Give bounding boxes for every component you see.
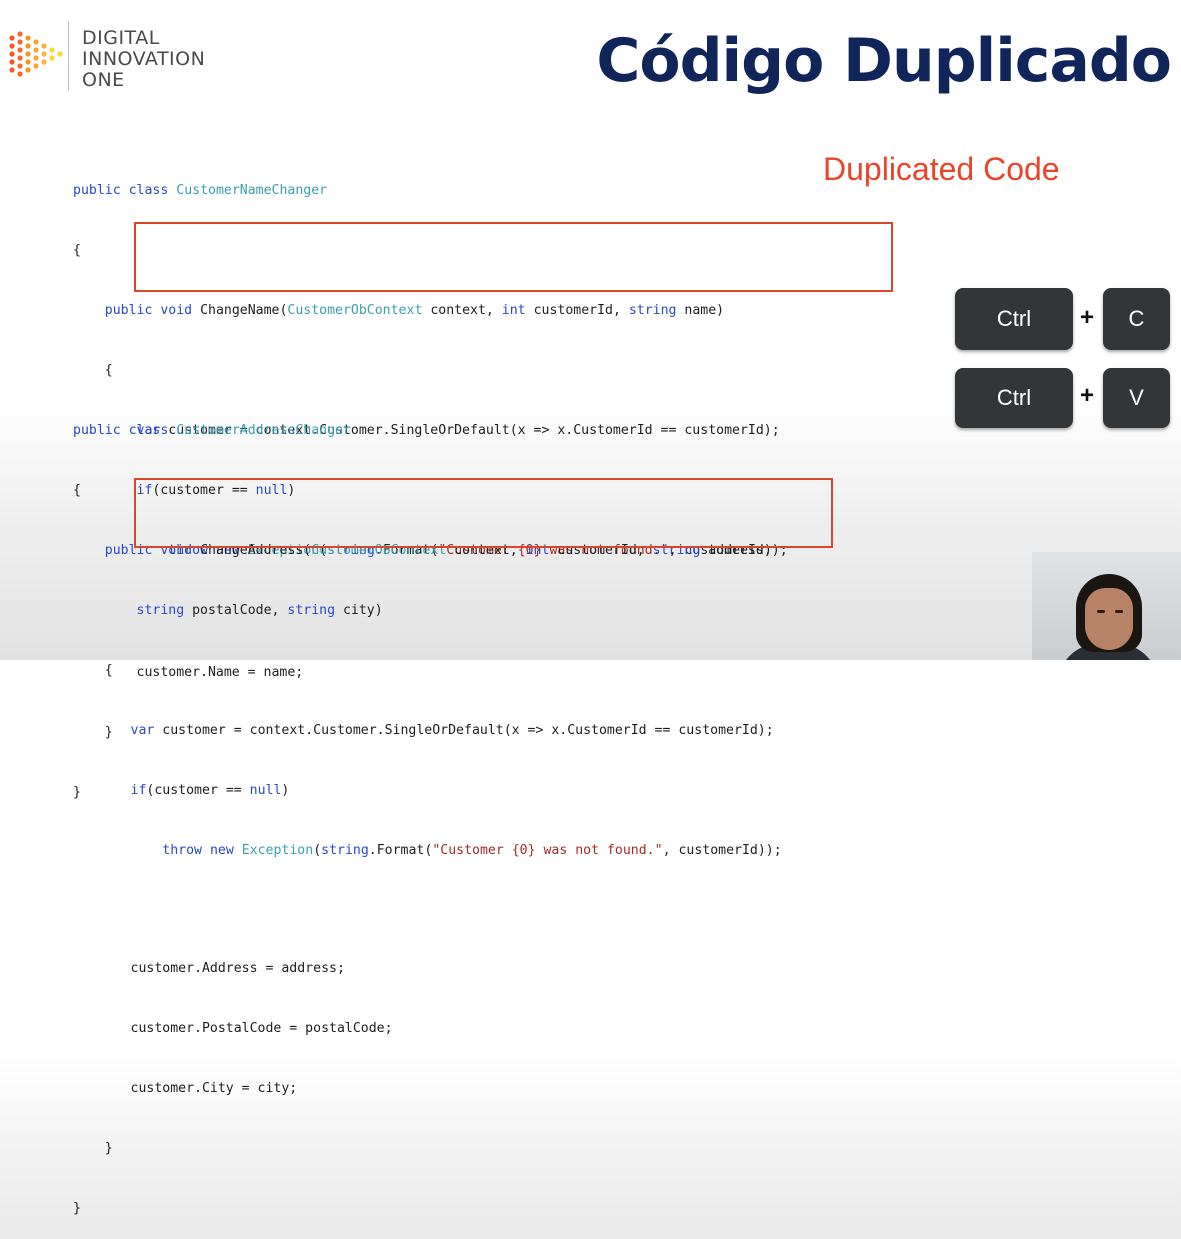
ctrl-key-label: Ctrl xyxy=(996,306,1032,331)
ctrl-key-copy: Ctrl xyxy=(955,288,1073,350)
plus-sign-paste: + xyxy=(1080,382,1095,409)
dio-logo-icon xyxy=(9,31,63,77)
v-key: V xyxy=(1103,368,1170,428)
duplicate-highlight-1 xyxy=(134,222,893,292)
code-line: if(customer == null) xyxy=(130,783,290,798)
code-line: customer.Address = address; xyxy=(67,961,345,976)
brand-name: DIGITAL INNOVATION ONE xyxy=(82,28,205,91)
ctrl-key-paste: Ctrl xyxy=(955,368,1073,428)
presenter-eye-right xyxy=(1115,610,1123,613)
c-key-label: C xyxy=(1128,306,1145,331)
slide-subtitle: Duplicated Code xyxy=(823,151,1060,187)
code-line: throw new Exception(string.Format("Custo… xyxy=(162,843,782,858)
brand-line-2: INNOVATION xyxy=(82,48,206,70)
code-line: public class CustomerNameChanger xyxy=(73,183,328,198)
code-line: var customer = context.Customer.SingleOr… xyxy=(130,723,774,738)
code-line: customer.City = city; xyxy=(67,1081,298,1096)
code-line: { xyxy=(73,363,113,378)
brand-line-3: ONE xyxy=(82,69,125,91)
slide-title: Código Duplicado xyxy=(596,26,1172,96)
duplicate-highlight-2 xyxy=(134,478,833,548)
code-line: public void ChangeName(CustomerObContext… xyxy=(104,303,725,318)
code-line: } xyxy=(73,1141,113,1156)
v-key-label: V xyxy=(1129,385,1144,410)
code-line: } xyxy=(73,1201,81,1216)
ctrl-key-label: Ctrl xyxy=(996,385,1032,410)
brand-line-1: DIGITAL xyxy=(82,27,160,49)
plus-sign-copy: + xyxy=(1080,304,1095,331)
code-line: { xyxy=(73,663,113,678)
code-line: customer.PostalCode = postalCode; xyxy=(67,1021,393,1036)
code-line: public class CustomerAddressChanger xyxy=(73,423,351,438)
presenter-webcam xyxy=(1032,552,1181,660)
logo-divider xyxy=(68,22,69,90)
presenter-eye-left xyxy=(1097,610,1105,613)
code-line: string postalCode, string city) xyxy=(136,603,383,618)
c-key: C xyxy=(1103,288,1170,350)
presenter-face xyxy=(1085,588,1133,650)
